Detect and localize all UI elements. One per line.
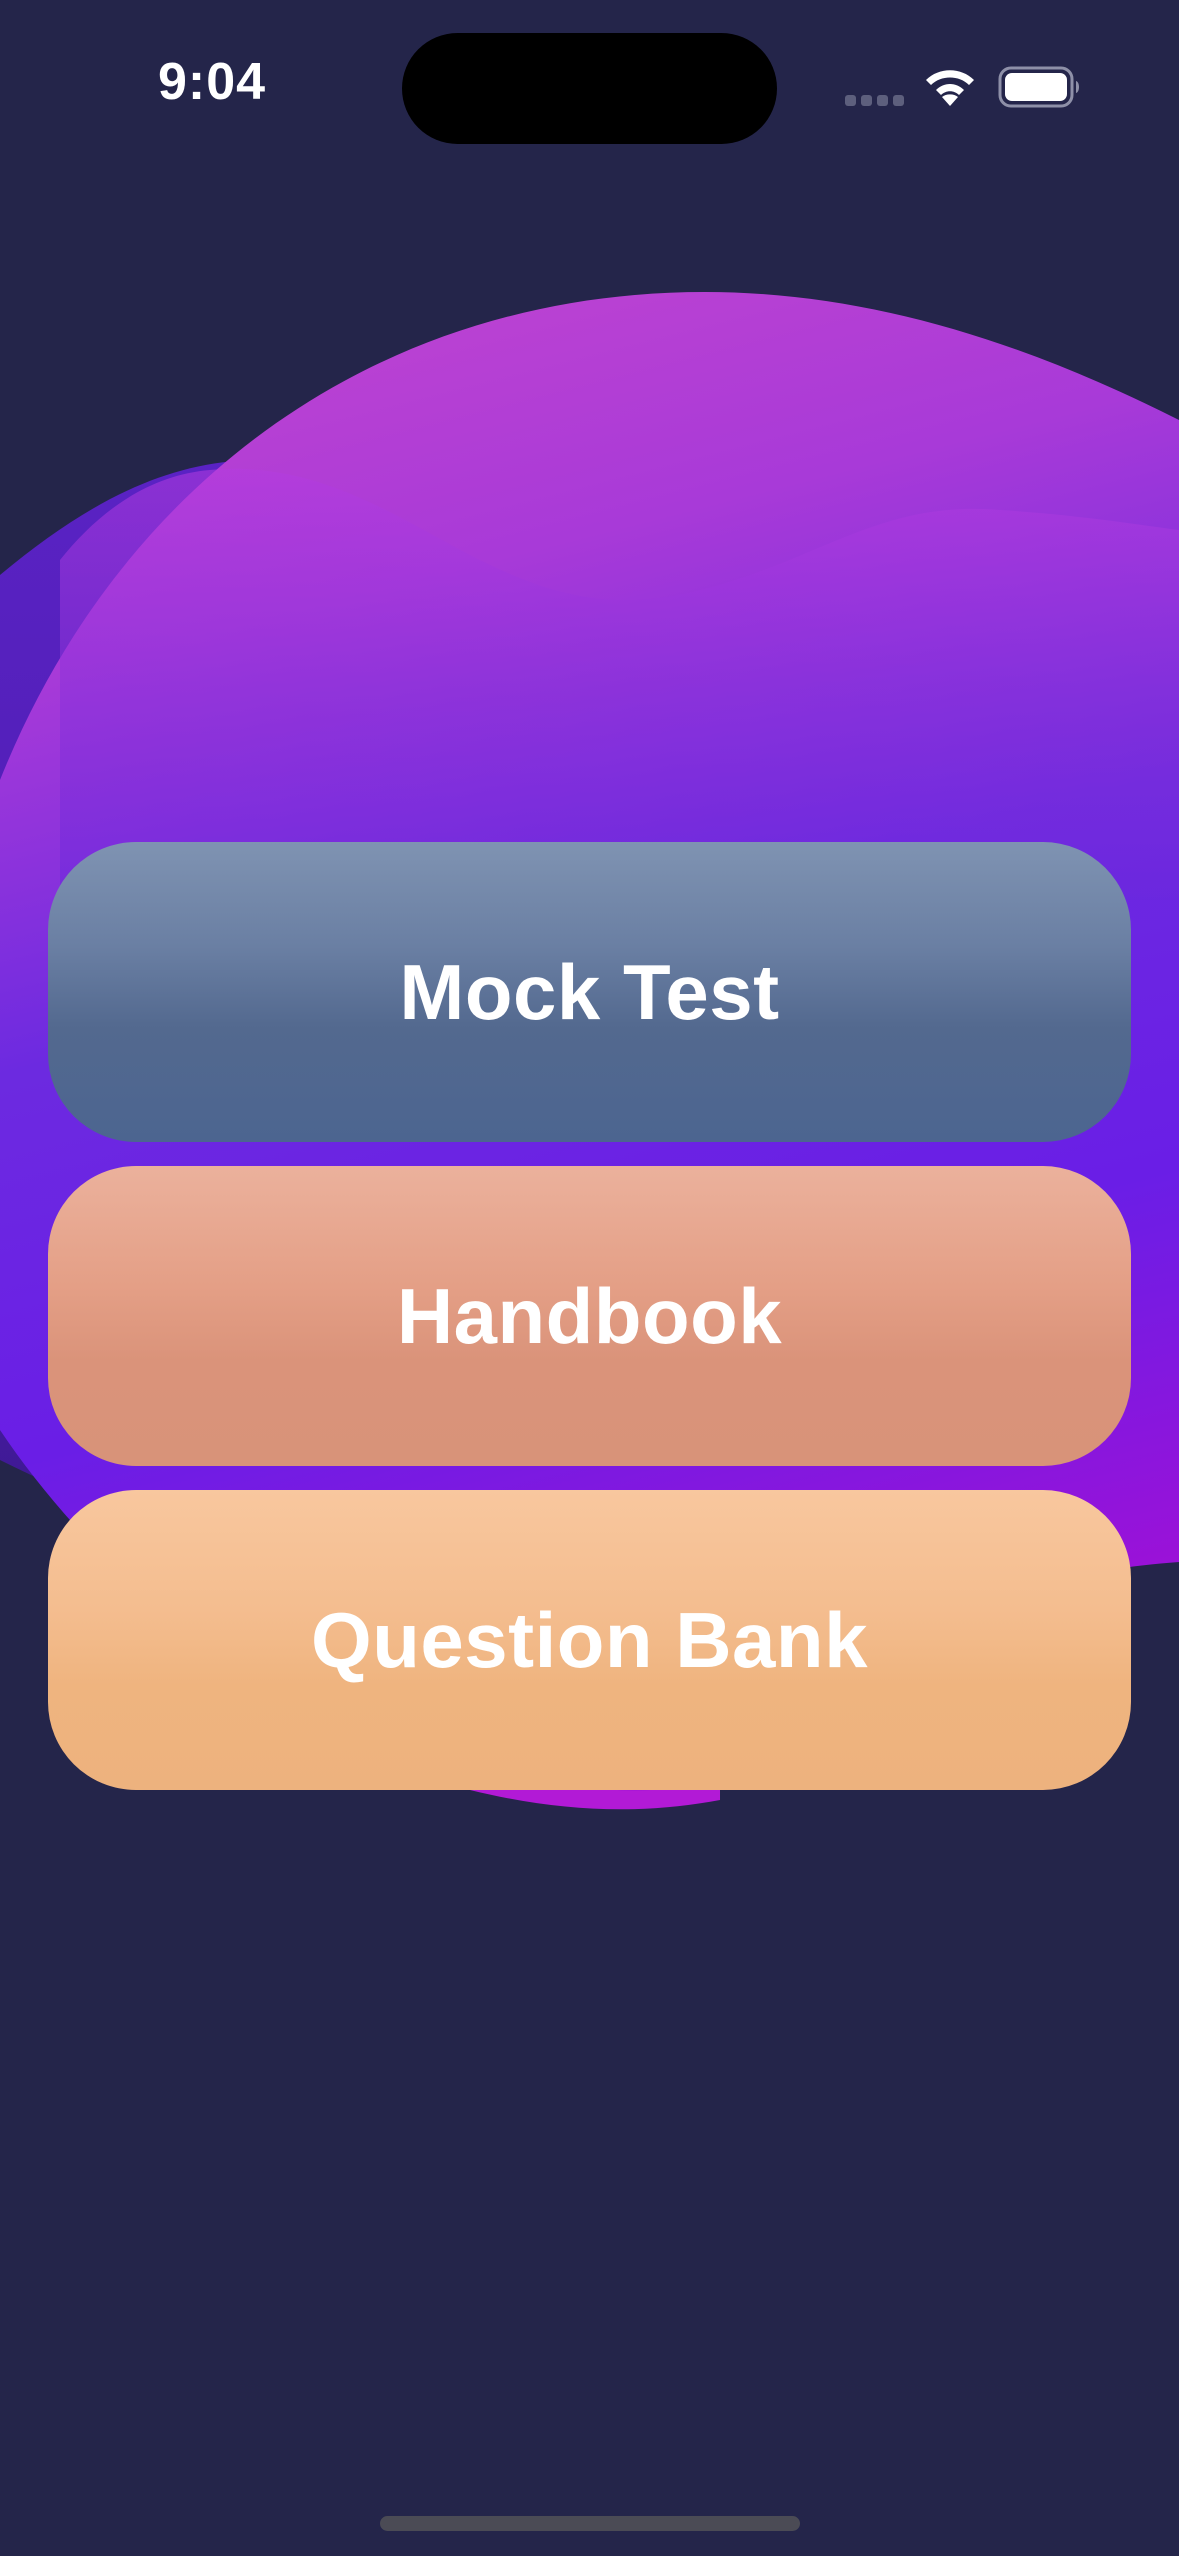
status-time: 9:04 bbox=[158, 53, 267, 111]
status-bar: 9:04 bbox=[0, 0, 1179, 170]
dynamic-island bbox=[402, 33, 777, 144]
handbook-label: Handbook bbox=[396, 1271, 783, 1360]
mock-test-button[interactable]: Mock Test bbox=[48, 842, 1131, 1142]
app-screen: 9:04 Mock Test Handbook Question Bank bbox=[0, 0, 1179, 2556]
wifi-icon bbox=[926, 70, 974, 106]
handbook-button[interactable]: Handbook bbox=[48, 1166, 1131, 1466]
battery-icon bbox=[998, 66, 1079, 108]
home-indicator[interactable] bbox=[380, 2516, 800, 2531]
question-bank-label: Question Bank bbox=[311, 1595, 868, 1684]
mock-test-label: Mock Test bbox=[399, 947, 780, 1036]
question-bank-button[interactable]: Question Bank bbox=[48, 1490, 1131, 1790]
signal-dots-icon bbox=[845, 95, 905, 107]
